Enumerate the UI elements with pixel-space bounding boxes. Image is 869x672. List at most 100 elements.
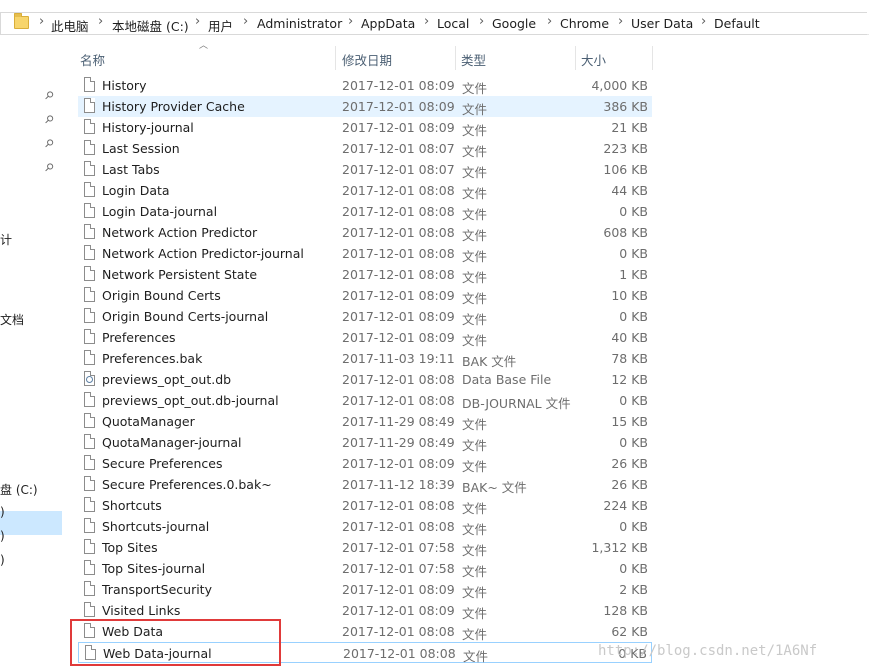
breadcrumb-separator-icon[interactable]: › [243,14,248,29]
file-row[interactable]: Shortcuts 2017-12-01 08:08 文件 224 KB [78,495,652,516]
file-row[interactable]: Last Session 2017-12-01 08:07 文件 223 KB [78,138,652,159]
file-name: Origin Bound Certs-journal [102,309,269,324]
column-divider[interactable] [652,46,653,70]
breadcrumb-item[interactable]: 本地磁盘 (C:) [112,16,189,35]
file-modified-date: 2017-12-01 08:08 [342,624,455,639]
file-icon [84,518,95,533]
file-row[interactable]: Preferences 2017-12-01 08:09 文件 40 KB [78,327,652,348]
file-size: 44 KB [611,183,648,198]
file-name: Network Persistent State [102,267,258,282]
file-size: 10 KB [611,288,648,303]
breadcrumb-separator-icon[interactable]: › [618,14,623,29]
file-icon [84,602,95,617]
nav-item-drive[interactable]: ) [0,553,5,567]
file-icon [84,203,95,218]
nav-item-local-disk-c[interactable]: 盘 (C:) [0,481,38,498]
file-type: 文件 [462,312,488,327]
file-icon [84,350,95,365]
file-modified-date: 2017-12-01 08:09 [342,603,455,618]
nav-item-drive[interactable]: ) [0,505,5,519]
column-divider[interactable] [335,46,336,70]
highlight-box [70,619,281,666]
file-row[interactable]: Preferences.bak 2017-11-03 19:11 BAK 文件 78 … [78,348,652,369]
breadcrumb-separator-icon[interactable]: › [479,14,484,29]
file-type: 文件 [462,438,488,453]
file-row[interactable]: QuotaManager 2017-11-29 08:49 文件 15 KB [78,411,652,432]
file-row[interactable]: Visited Links 2017-12-01 08:09 文件 128 KB [78,600,652,621]
breadcrumb-item[interactable]: Chrome [560,16,609,31]
column-header-type[interactable]: 类型 [461,50,486,69]
breadcrumb-separator-icon[interactable]: › [195,14,200,29]
file-row[interactable]: Secure Preferences.0.bak~ 2017-11-12 18:3… [78,474,652,495]
file-row[interactable]: History 2017-12-01 08:09 文件 4,000 KB [78,75,652,96]
file-row[interactable]: Network Action Predictor-journal 2017-12-… [78,243,652,264]
breadcrumb-item[interactable]: Google [492,16,536,31]
breadcrumb-separator-icon[interactable]: › [547,14,552,29]
file-type: 文件 [462,228,488,243]
file-size: 608 KB [603,225,648,240]
file-row[interactable]: Origin Bound Certs 2017-12-01 08:09 文件 10 K… [78,285,652,306]
file-type: DB-JOURNAL 文件 [462,396,571,411]
file-row[interactable]: Secure Preferences 2017-12-01 08:09 文件 26 K… [78,453,652,474]
nav-item-drive[interactable]: ) [0,529,5,543]
breadcrumb-item[interactable]: AppData [361,16,415,31]
breadcrumb-separator-icon[interactable]: › [424,14,429,29]
breadcrumb-item[interactable]: 用户 [208,16,233,35]
breadcrumb-item[interactable]: Default [714,16,760,31]
address-bar[interactable]: › 此电脑 › 本地磁盘 (C:) › 用户 › Administrator › AppData ›… [0,0,869,35]
pin-icon[interactable]: ⚲ [42,136,57,151]
breadcrumb-item[interactable]: Administrator [257,16,342,31]
file-row[interactable]: Last Tabs 2017-12-01 08:07 文件 106 KB [78,159,652,180]
file-row[interactable]: Top Sites-journal 2017-12-01 07:58 文件 0 KB [78,558,652,579]
file-size: 1 KB [619,267,648,282]
file-row[interactable]: Origin Bound Certs-journal 2017-12-01 08:… [78,306,652,327]
breadcrumb-separator-icon[interactable]: › [348,14,353,29]
column-divider[interactable] [455,46,456,70]
file-name: Secure Preferences [102,456,223,471]
file-icon [84,182,95,197]
file-name: Preferences [102,330,176,345]
file-row[interactable]: History-journal 2017-12-01 08:09 文件 21 KB [78,117,652,138]
file-modified-date: 2017-11-29 08:49 [342,435,455,450]
file-row[interactable]: Network Action Predictor 2017-12-01 08:08… [78,222,652,243]
file-row[interactable]: History Provider Cache 2017-12-01 08:09 文件… [78,96,652,117]
file-type: 文件 [462,522,488,537]
file-size: 0 KB [619,435,648,450]
breadcrumb-item[interactable]: User Data [631,16,693,31]
file-row[interactable]: Top Sites 2017-12-01 07:58 文件 1,312 KB [78,537,652,558]
file-icon [84,434,95,449]
column-header-date[interactable]: 修改日期 [342,50,392,69]
column-header-size[interactable]: 大小 [581,50,606,69]
pin-icon[interactable]: ⚲ [42,112,57,127]
file-name: History-journal [102,120,194,135]
column-divider[interactable] [575,46,576,70]
nav-item-this-pc[interactable]: 计 [0,231,12,248]
file-row[interactable]: previews_opt_out.db 2017-12-01 08:08 Data … [78,369,652,390]
file-type: 文件 [462,564,488,579]
breadcrumb-separator-icon[interactable]: › [39,14,44,29]
file-icon [84,266,95,281]
file-icon [84,224,95,239]
navigation-pane[interactable]: ⚲ ⚲ ⚲ ⚲ 计 文档 盘 (C:) ) ) ) [0,35,62,672]
file-name: Last Session [102,141,180,156]
file-row[interactable]: QuotaManager-journal 2017-11-29 08:49 文件 0 … [78,432,652,453]
file-type: 文件 [462,333,488,348]
pin-icon[interactable]: ⚲ [42,160,57,175]
sort-ascending-icon: ︿ [199,41,209,51]
pin-icon[interactable]: ⚲ [42,88,57,103]
file-row[interactable]: previews_opt_out.db-journal 2017-12-01 08… [78,390,652,411]
file-row[interactable]: Login Data-journal 2017-12-01 08:08 文件 0 KB [78,201,652,222]
file-row[interactable]: Login Data 2017-12-01 08:08 文件 44 KB [78,180,652,201]
breadcrumb-separator-icon[interactable]: › [98,14,103,29]
file-row[interactable]: Network Persistent State 2017-12-01 08:08… [78,264,652,285]
file-type: 文件 [462,165,488,180]
file-row[interactable]: TransportSecurity 2017-12-01 08:09 文件 2 KB [78,579,652,600]
nav-item-documents[interactable]: 文档 [0,311,24,328]
breadcrumb-separator-icon[interactable]: › [701,14,706,29]
file-type: 文件 [462,627,488,642]
breadcrumb-item[interactable]: Local [437,16,469,31]
file-row[interactable]: Shortcuts-journal 2017-12-01 08:08 文件 0 KB [78,516,652,537]
breadcrumb-item[interactable]: 此电脑 [51,16,89,35]
column-header-name[interactable]: 名称 [80,50,105,69]
file-name: Network Action Predictor [102,225,258,240]
